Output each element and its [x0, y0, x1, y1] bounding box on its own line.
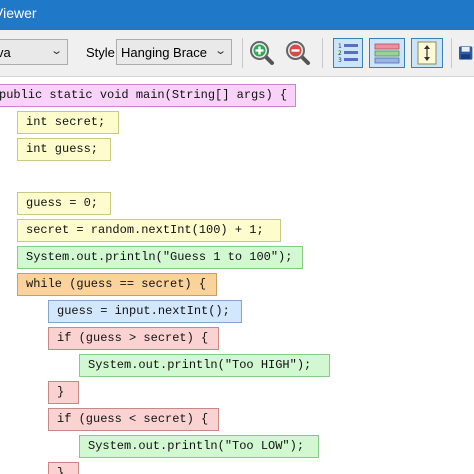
zoom-in-button[interactable] — [247, 38, 277, 68]
window-title: Viewer — [0, 5, 37, 21]
chevron-down-icon: ⌄ — [213, 45, 227, 57]
fit-height-icon — [417, 41, 437, 65]
code-block[interactable]: guess = input.nextInt(); — [48, 300, 242, 323]
color-blocks-icon — [374, 43, 400, 64]
style-label: Style — [86, 45, 115, 60]
toolbar-separator — [242, 38, 243, 68]
code-block[interactable]: System.out.println("Guess 1 to 100"); — [17, 246, 303, 269]
zoom-out-button[interactable] — [283, 38, 313, 68]
fit-height-button[interactable] — [411, 38, 443, 68]
code-block[interactable]: int secret; — [17, 111, 119, 134]
color-blocks-button[interactable] — [369, 38, 405, 68]
code-block[interactable]: } — [48, 381, 79, 404]
language-select[interactable]: va ⌄ — [0, 39, 68, 65]
code-block[interactable]: if (guess < secret) { — [48, 408, 219, 431]
toolbar: va ⌄ Style Hanging Brace ⌄ 1 2 3 — [0, 30, 474, 77]
code-block[interactable]: public static void main(String[] args) { — [0, 84, 296, 107]
line-numbers-button[interactable]: 1 2 3 — [333, 38, 363, 68]
save-button[interactable] — [456, 38, 474, 68]
toolbar-separator — [322, 38, 323, 68]
zoom-out-icon — [286, 41, 310, 65]
title-bar: Viewer — [0, 0, 474, 30]
toolbar-separator — [451, 38, 452, 68]
line-numbers-icon: 1 2 3 — [338, 43, 358, 64]
code-block[interactable]: System.out.println("Too HIGH"); — [79, 354, 330, 377]
style-select-value: Hanging Brace — [121, 45, 207, 60]
zoom-in-icon — [250, 41, 274, 65]
code-block[interactable]: int guess; — [17, 138, 111, 161]
code-block[interactable]: while (guess == secret) { — [17, 273, 217, 296]
code-view[interactable]: public static void main(String[] args) {… — [0, 77, 474, 474]
code-block[interactable]: if (guess > secret) { — [48, 327, 219, 350]
language-select-value: va — [0, 45, 11, 60]
code-block[interactable]: } — [48, 462, 79, 474]
code-block[interactable]: secret = random.nextInt(100) + 1; — [17, 219, 281, 242]
svg-text:1: 1 — [338, 43, 342, 50]
svg-text:2: 2 — [338, 50, 342, 57]
svg-text:3: 3 — [338, 57, 342, 64]
chevron-down-icon: ⌄ — [49, 45, 63, 57]
code-block[interactable]: System.out.println("Too LOW"); — [79, 435, 319, 458]
save-icon — [459, 46, 473, 60]
style-select[interactable]: Hanging Brace ⌄ — [116, 39, 232, 65]
code-block[interactable]: guess = 0; — [17, 192, 111, 215]
